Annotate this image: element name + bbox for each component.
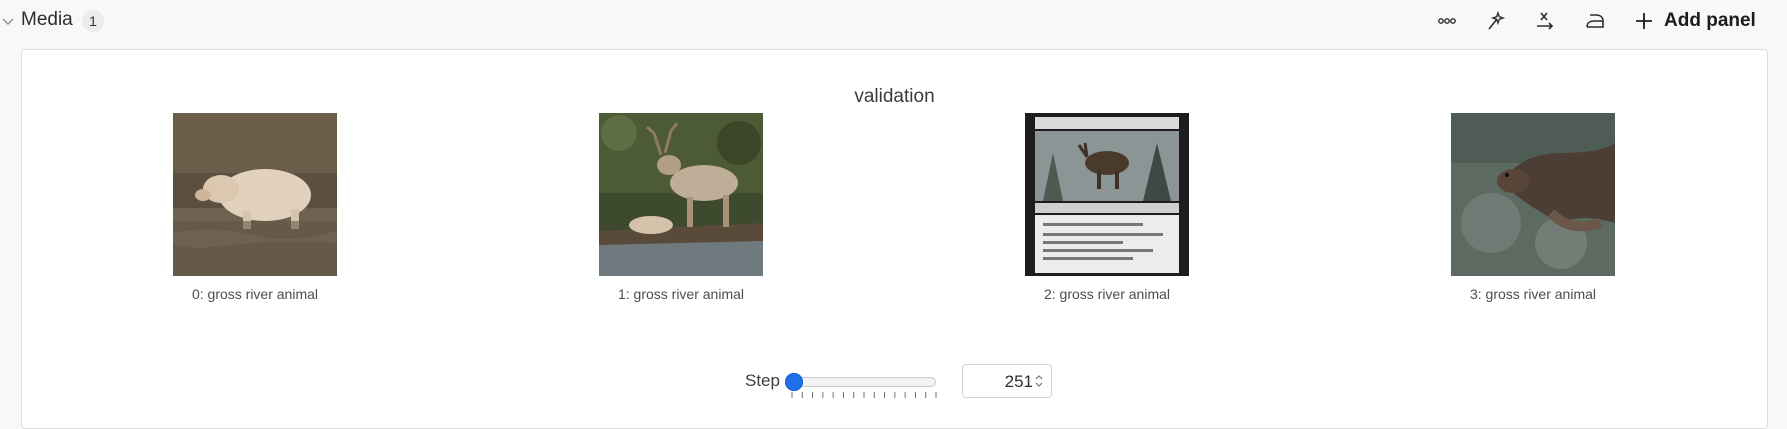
media-caption: 0: gross river animal <box>191 286 319 302</box>
river-pig-image <box>173 113 337 276</box>
smoothing-button[interactable] <box>1582 8 1608 34</box>
moose-card-image <box>1025 113 1189 276</box>
media-item: 2: gross river animal <box>997 113 1217 302</box>
more-options-icon <box>1438 18 1456 24</box>
auto-arrange-button[interactable] <box>1482 8 1508 34</box>
slider-track[interactable] <box>788 377 936 387</box>
slider-ticks <box>791 392 937 398</box>
x-axis-settings-button[interactable] <box>1532 8 1558 34</box>
media-thumbnail[interactable] <box>599 113 763 276</box>
riverbank-deer-image <box>599 113 763 276</box>
media-item: 0: gross river animal <box>145 113 365 302</box>
panel-count-badge: 1 <box>82 10 104 32</box>
slider-handle[interactable] <box>785 373 803 391</box>
water-otter-image <box>1451 113 1615 276</box>
step-input[interactable] <box>969 365 1035 399</box>
media-section-header: Media 1 Add panel <box>0 0 1787 42</box>
add-panel-button[interactable]: Add panel <box>1634 6 1756 36</box>
media-caption: 3: gross river animal <box>1469 286 1597 302</box>
media-caption: 1: gross river animal <box>617 286 745 302</box>
media-thumbnail[interactable] <box>173 113 337 276</box>
step-label: Step <box>745 371 780 390</box>
panel-title: validation <box>854 86 935 107</box>
plus-icon <box>1636 13 1652 29</box>
media-item: 3: gross river animal <box>1423 113 1643 302</box>
media-thumbnail[interactable] <box>1025 113 1189 276</box>
media-caption: 2: gross river animal <box>1043 286 1171 302</box>
media-thumbnail[interactable] <box>1451 113 1615 276</box>
chevron-down-icon[interactable] <box>2 15 14 27</box>
step-slider[interactable] <box>782 366 946 400</box>
x-variable-icon <box>1537 12 1554 30</box>
add-panel-label: Add panel <box>1664 10 1756 31</box>
media-item: 1: gross river animal <box>571 113 791 302</box>
step-input-box[interactable] <box>962 364 1052 399</box>
section-title: Media <box>21 9 73 30</box>
more-options-button[interactable] <box>1434 8 1460 34</box>
iron-icon <box>1586 14 1604 28</box>
spinner-icon[interactable] <box>1034 372 1044 390</box>
media-panel: validation 0: gross river animal 1: gros… <box>21 49 1768 429</box>
magic-wand-icon <box>1488 10 1506 30</box>
